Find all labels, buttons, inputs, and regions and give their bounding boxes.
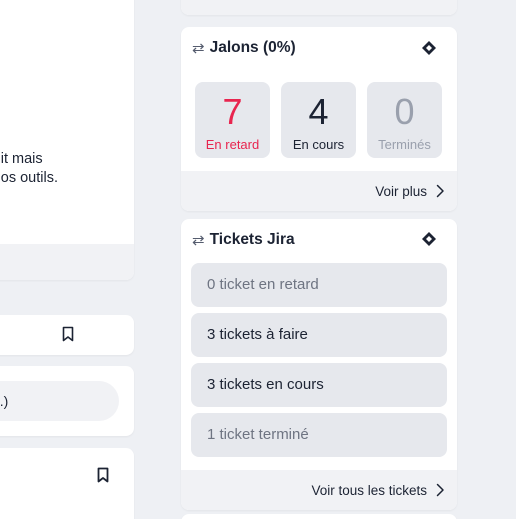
voir-tous-tickets-link[interactable]: Voir tous les tickets (181, 470, 457, 510)
left-input-card: ...) (0, 366, 134, 436)
bookmark-icon[interactable] (62, 326, 74, 342)
voir-plus-label: Voir plus (375, 183, 427, 199)
left-item-card (0, 448, 134, 519)
chevron-right-icon (436, 184, 444, 198)
bookmark-icon[interactable] (97, 467, 109, 483)
ticket-list: 0 ticket en retard 3 tickets à faire 3 t… (191, 263, 447, 463)
jira-diamond-icon[interactable] (421, 40, 437, 56)
sync-icon: ⇄ (192, 232, 205, 249)
stat-label: Terminés (378, 137, 431, 152)
voir-plus-link[interactable]: Voir plus (181, 171, 457, 211)
stat-en-cours[interactable]: 4 En cours (281, 82, 356, 158)
stat-value: 7 (222, 91, 243, 132)
jira-tickets-card: ⇄ Tickets Jira 0 ticket en retard 3 tick… (181, 219, 457, 510)
ticket-row-late[interactable]: 0 ticket en retard (191, 263, 447, 307)
jira-diamond-icon[interactable] (421, 231, 437, 247)
sync-icon: ⇄ (192, 40, 205, 57)
comment-input[interactable]: ...) (0, 381, 119, 421)
jalons-title: Jalons (0%) (209, 39, 296, 56)
left-content-card: it mais os outils. (0, 0, 134, 280)
jira-title: Tickets Jira (209, 231, 295, 248)
stat-label: En retard (205, 137, 260, 152)
card-footer (181, 0, 457, 15)
voir-tous-label: Voir tous les tickets (311, 482, 427, 498)
left-bookmark-card (0, 315, 134, 355)
next-card-stub (181, 514, 457, 519)
stat-termines[interactable]: 0 Terminés (367, 82, 442, 158)
card-description: it mais os outils. (0, 151, 58, 186)
stat-value: 0 (394, 91, 415, 132)
ticket-row-done[interactable]: 1 ticket terminé (191, 413, 447, 457)
previous-card-stub (181, 0, 457, 15)
jalons-card: ⇄ Jalons (0%) 7 En retard 4 En cours 0 T… (181, 27, 457, 211)
jalons-stats: 7 En retard 4 En cours 0 Terminés (195, 82, 442, 158)
stat-value: 4 (308, 91, 329, 132)
stat-en-retard[interactable]: 7 En retard (195, 82, 270, 158)
jalons-header: ⇄ Jalons (0%) (192, 39, 296, 57)
jira-header: ⇄ Tickets Jira (192, 231, 295, 249)
card-footer (0, 244, 134, 280)
ticket-row-todo[interactable]: 3 tickets à faire (191, 313, 447, 357)
stat-label: En cours (292, 137, 345, 152)
chevron-right-icon (436, 483, 444, 497)
ticket-row-ongoing[interactable]: 3 tickets en cours (191, 363, 447, 407)
